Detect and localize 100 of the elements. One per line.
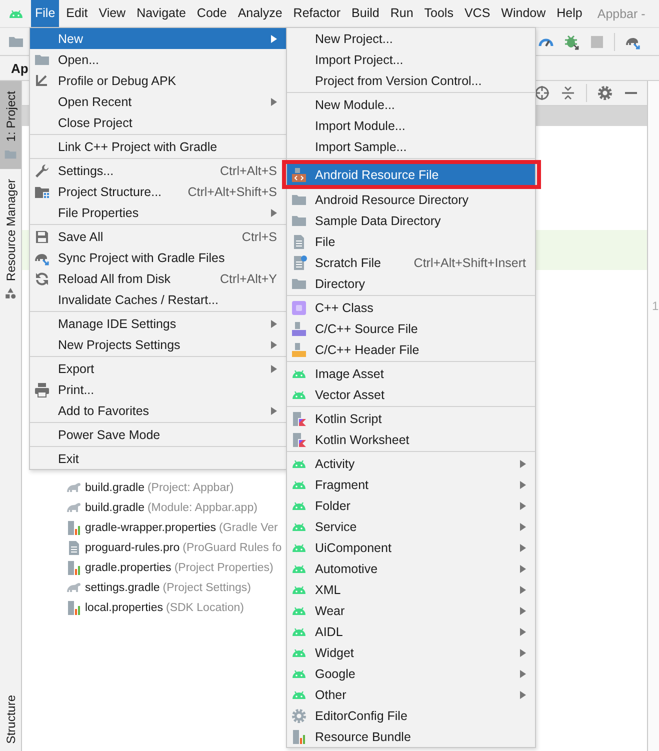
menu-bar-item[interactable]: View xyxy=(94,0,130,27)
menu-item[interactable]: Resource Bundle xyxy=(287,726,535,747)
file-name: gradle.properties xyxy=(85,562,172,574)
menu-item[interactable]: File xyxy=(287,231,535,252)
menu-item[interactable]: Fragment xyxy=(287,474,535,495)
collapse-icon[interactable] xyxy=(560,85,576,101)
menu-bar-item[interactable]: Build xyxy=(348,0,384,27)
gear-icon[interactable] xyxy=(597,85,613,101)
menu-item[interactable]: New xyxy=(30,28,286,49)
menu-item[interactable]: Link C++ Project with Gradle xyxy=(30,136,286,157)
menu-item[interactable]: File Properties xyxy=(30,202,286,223)
menu-bar-item[interactable]: File xyxy=(31,0,60,27)
file-description: (ProGuard Rules fo xyxy=(182,542,282,554)
tree-item[interactable]: proguard-rules.pro (ProGuard Rules fo xyxy=(66,538,282,558)
line-number: 1 xyxy=(651,299,659,313)
menu-bar-item[interactable]: Navigate xyxy=(132,0,190,27)
menu-item[interactable]: Folder xyxy=(287,495,535,516)
bar-chart-file-icon xyxy=(66,560,82,576)
file-clock-icon xyxy=(291,254,307,270)
menu-item[interactable]: EditorConfig File xyxy=(287,705,535,726)
file-name: build.gradle xyxy=(85,482,144,494)
menu-bar-item[interactable]: VCS xyxy=(460,0,494,27)
corner-arrow-icon xyxy=(34,72,50,88)
menu-item[interactable]: Open... xyxy=(30,49,286,70)
file-icon xyxy=(291,234,307,250)
menu-item[interactable]: Profile or Debug APK xyxy=(30,70,286,91)
menu-bar-item[interactable]: Analyze xyxy=(234,0,286,27)
file-name: gradle-wrapper.properties xyxy=(85,522,216,534)
menu-item[interactable]: XML xyxy=(287,579,535,600)
menu-item[interactable]: New Project... xyxy=(287,28,535,49)
menu-item[interactable]: Automotive xyxy=(287,558,535,579)
file-name: local.properties xyxy=(85,602,163,614)
menu-bar-item[interactable]: Window xyxy=(497,0,550,27)
menu-item[interactable]: Open Recent xyxy=(30,91,286,112)
menu-item[interactable]: Reload All from Disk Ctrl+Alt+Y xyxy=(30,268,286,289)
menu-item[interactable]: Import Module... xyxy=(287,115,535,136)
project-tab[interactable]: Ap xyxy=(0,60,28,76)
menu-bar-item[interactable]: Refactor xyxy=(289,0,345,27)
menu-item[interactable]: Activity xyxy=(287,453,535,474)
bug-icon[interactable] xyxy=(564,34,580,50)
menu-item[interactable]: Invalidate Caches / Restart... xyxy=(30,289,286,310)
menu-item[interactable]: Directory xyxy=(287,273,535,294)
menu-item[interactable]: C++ Class xyxy=(287,297,535,318)
menu-item[interactable]: UiComponent xyxy=(287,537,535,558)
tree-item[interactable]: build.gradle (Project: Appbar) xyxy=(66,478,234,498)
menu-item[interactable]: Import Project... xyxy=(287,49,535,70)
menu-item[interactable]: Manage IDE Settings xyxy=(30,313,286,334)
menu-item[interactable]: New Module... xyxy=(287,94,535,115)
menu-item[interactable]: Kotlin Script xyxy=(287,408,535,429)
menu-item[interactable]: Power Save Mode xyxy=(30,424,286,445)
menu-item[interactable]: New Projects Settings xyxy=(30,334,286,355)
menu-item[interactable]: Android Resource File xyxy=(287,164,535,185)
menu-item[interactable]: C/C++ Source File xyxy=(287,318,535,339)
crosshair-icon[interactable] xyxy=(534,85,550,101)
file-description: (Gradle Ver xyxy=(219,522,278,534)
menu-item[interactable]: Kotlin Worksheet xyxy=(287,429,535,450)
shortcut-label: Ctrl+Alt+S xyxy=(220,164,277,178)
menu-item[interactable]: Sync Project with Gradle Files xyxy=(30,247,286,268)
menu-bar-item[interactable]: Code xyxy=(192,0,231,27)
menu-item[interactable]: Project Structure... Ctrl+Alt+Shift+S xyxy=(30,181,286,202)
file-description: (SDK Location) xyxy=(166,602,244,614)
tree-item[interactable]: build.gradle (Module: Appbar.app) xyxy=(66,498,258,518)
menu-item[interactable]: Project from Version Control... xyxy=(287,70,535,91)
shortcut-label: Ctrl+Alt+Shift+Insert xyxy=(414,256,526,270)
menu-item[interactable]: Android Resource Directory xyxy=(287,189,535,210)
menu-item[interactable]: Vector Asset xyxy=(287,384,535,405)
menu-item[interactable]: AIDL xyxy=(287,621,535,642)
tree-item[interactable]: local.properties (SDK Location) xyxy=(66,598,244,618)
menu-item[interactable]: Image Asset xyxy=(287,363,535,384)
menu-item[interactable]: Exit xyxy=(30,448,286,469)
menu-bar-item[interactable]: Tools xyxy=(420,0,458,27)
side-tab[interactable]: Resource Manager xyxy=(0,168,21,308)
tree-item[interactable]: gradle.properties (Project Properties) xyxy=(66,558,274,578)
menu-item[interactable]: C/C++ Header File xyxy=(287,339,535,360)
menu-item[interactable]: Export xyxy=(30,358,286,379)
menu-bar-item[interactable]: Help xyxy=(552,0,586,27)
menu-item[interactable]: Close Project xyxy=(30,112,286,133)
menu-item[interactable]: Print... xyxy=(30,379,286,400)
menu-item[interactable]: Save All Ctrl+S xyxy=(30,226,286,247)
menu-item[interactable]: Scratch File Ctrl+Alt+Shift+Insert xyxy=(287,252,535,273)
menu-item[interactable]: Google xyxy=(287,663,535,684)
file-name: proguard-rules.pro xyxy=(85,542,180,554)
side-tab[interactable]: Structure xyxy=(0,685,21,751)
menu-item[interactable]: Import Sample... xyxy=(287,136,535,157)
menu-bar-item[interactable]: Edit xyxy=(62,0,92,27)
tree-item[interactable]: gradle-wrapper.properties (Gradle Ver xyxy=(66,518,278,538)
menu-item[interactable]: Service xyxy=(287,516,535,537)
menu-item[interactable]: Sample Data Directory xyxy=(287,210,535,231)
side-tab[interactable]: 1: Project xyxy=(0,81,21,169)
window-title: Appbar - xyxy=(597,6,646,20)
menu-item[interactable]: Wear xyxy=(287,600,535,621)
menu-item[interactable]: Widget xyxy=(287,642,535,663)
menu-item[interactable]: Settings... Ctrl+Alt+S xyxy=(30,160,286,181)
menu-item[interactable]: Add to Favorites xyxy=(30,400,286,421)
tree-item[interactable]: settings.gradle (Project Settings) xyxy=(66,578,251,598)
menu-item[interactable]: Other xyxy=(287,684,535,705)
menu-bar-item[interactable]: Run xyxy=(386,0,418,27)
bar-chart-file-icon xyxy=(291,728,307,744)
shortcut-label: Ctrl+Alt+Y xyxy=(220,272,277,286)
wrench-icon xyxy=(34,162,50,178)
